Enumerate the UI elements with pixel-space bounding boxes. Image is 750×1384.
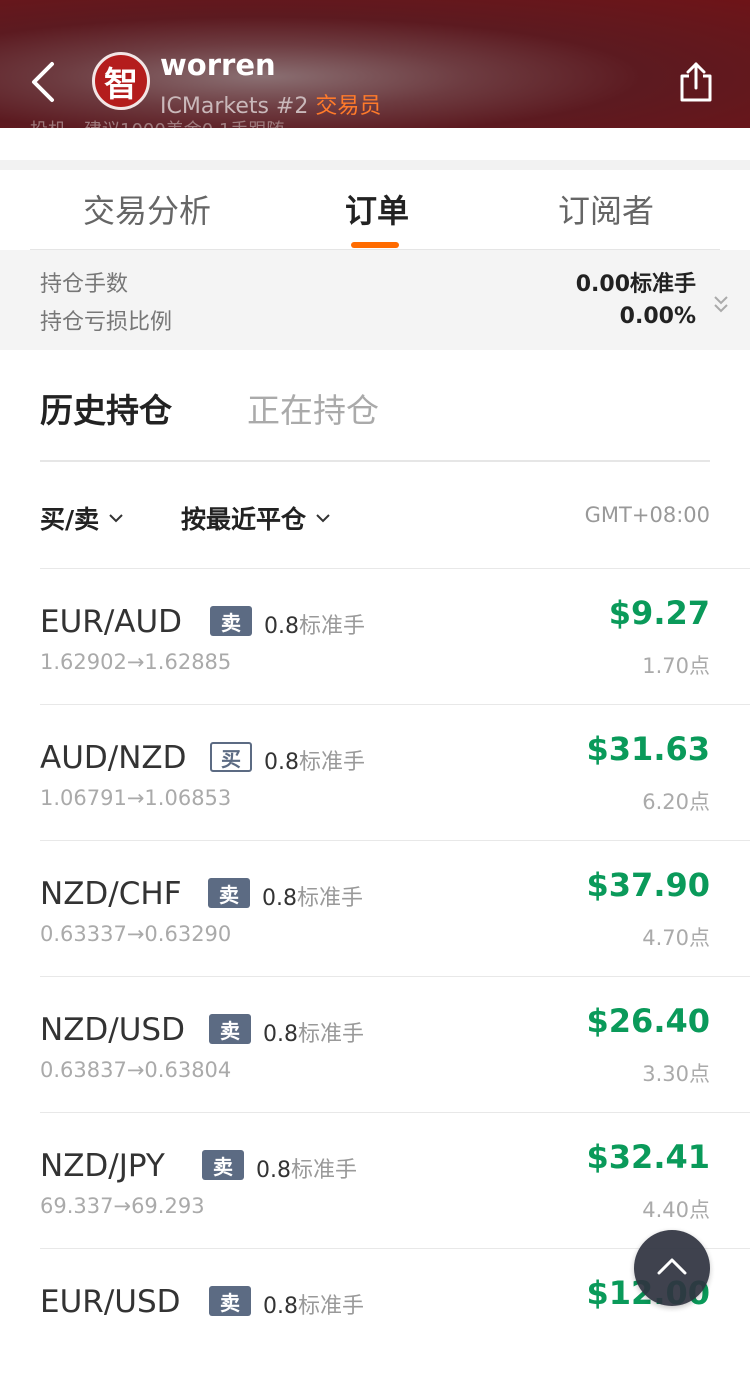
lot-unit: 标准手 (299, 614, 366, 639)
tab-subscribers[interactable]: 订阅者 (558, 186, 654, 232)
price-range: 69.337→69.293 (40, 1194, 205, 1218)
lot-value: 0.8 (263, 1022, 298, 1047)
lot-size: 0.8标准手 (264, 608, 365, 640)
lot-value: 0.8 (263, 1294, 298, 1319)
lot-unit: 标准手 (291, 1158, 358, 1183)
row-divider (40, 568, 750, 569)
currency-pair: NZD/CHF (40, 876, 182, 912)
lot-size: 0.8标准手 (264, 744, 365, 776)
avatar[interactable]: 智 (92, 52, 150, 110)
tab-bar: 交易分析 订单 订阅者 (0, 170, 750, 250)
lot-unit: 标准手 (298, 1294, 365, 1319)
pl-label: 持仓亏损比例 (40, 310, 173, 335)
active-tab-indicator (351, 242, 399, 248)
profit-amount: $37.90 (586, 866, 710, 904)
lot-size: 0.8标准手 (262, 880, 363, 912)
sort-filter-label: 按最近平仓 (181, 505, 307, 534)
sort-filter[interactable]: 按最近平仓 (181, 500, 330, 536)
segment-divider (40, 460, 710, 462)
profit-amount: $26.40 (586, 1002, 710, 1040)
back-chevron-icon[interactable] (26, 56, 60, 108)
trader-name: worren (160, 48, 276, 82)
double-chevron-down-icon[interactable] (712, 293, 730, 317)
side-filter[interactable]: 买/卖 (40, 500, 123, 536)
lot-unit: 标准手 (298, 1022, 365, 1047)
price-range: 0.63837→0.63804 (40, 1058, 232, 1082)
side-badge: 卖 (208, 878, 250, 908)
order-row[interactable]: NZD/JPY 卖 0.8标准手 69.337→69.293 $32.41 4.… (40, 1112, 750, 1248)
section-divider (0, 160, 750, 170)
lot-value: 0.8 (262, 886, 297, 911)
order-row[interactable]: AUD/NZD 买 0.8标准手 1.06791→1.06853 $31.63 … (40, 704, 750, 840)
currency-pair: NZD/JPY (40, 1148, 165, 1184)
segment-open[interactable]: 正在持仓 (247, 384, 379, 432)
side-badge: 卖 (209, 1286, 251, 1316)
side-filter-label: 买/卖 (40, 505, 100, 534)
points-value: 6.20点 (642, 790, 710, 814)
row-divider (40, 704, 750, 705)
chevron-down-icon (109, 513, 123, 522)
order-row[interactable]: NZD/USD 卖 0.8标准手 0.63837→0.63804 $26.40 … (40, 976, 750, 1112)
side-badge: 卖 (202, 1150, 244, 1180)
currency-pair: EUR/USD (40, 1284, 181, 1320)
lot-unit: 标准手 (299, 750, 366, 775)
profit-amount: $31.63 (586, 730, 710, 768)
tab-orders[interactable]: 订单 (345, 186, 409, 232)
trader-subtitle: ICMarkets #2 交易员 (160, 88, 381, 120)
pl-value: 0.00% (619, 304, 696, 329)
lots-label: 持仓手数 (40, 272, 129, 297)
position-summary[interactable]: 持仓手数 0.00标准手 持仓亏损比例 0.00% (0, 250, 750, 350)
points-value: 1.70点 (642, 654, 710, 678)
row-divider (40, 976, 750, 977)
profile-header: 投机。建议1000美金0.1手跟随。 智 worren ICMarkets #2… (0, 0, 750, 128)
lot-unit: 标准手 (297, 886, 364, 911)
row-divider (40, 1112, 750, 1113)
row-divider (40, 840, 750, 841)
currency-pair: AUD/NZD (40, 740, 187, 776)
points-value: 4.70点 (642, 926, 710, 950)
lot-size: 0.8标准手 (256, 1152, 357, 1184)
profit-amount: $9.27 (608, 594, 710, 632)
order-row[interactable]: NZD/CHF 卖 0.8标准手 0.63337→0.63290 $37.90 … (40, 840, 750, 976)
segment-history[interactable]: 历史持仓 (40, 384, 172, 432)
lot-value: 0.8 (264, 750, 299, 775)
price-range: 0.63337→0.63290 (40, 922, 232, 946)
currency-pair: NZD/USD (40, 1012, 185, 1048)
broker-label: ICMarkets #2 (160, 94, 316, 119)
role-label: 交易员 (315, 94, 382, 119)
points-value: 3.30点 (642, 1062, 710, 1086)
chevron-up-icon (657, 1258, 687, 1275)
price-range: 1.62902→1.62885 (40, 650, 232, 674)
side-badge: 卖 (210, 606, 252, 636)
currency-pair: EUR/AUD (40, 604, 183, 640)
points-value: 4.40点 (642, 1198, 710, 1222)
side-badge: 卖 (209, 1014, 251, 1044)
lot-value: 0.8 (256, 1158, 291, 1183)
lot-value: 0.8 (264, 614, 299, 639)
profit-amount: $32.41 (586, 1138, 710, 1176)
price-range: 1.06791→1.06853 (40, 786, 232, 810)
share-icon[interactable] (676, 60, 716, 104)
lot-size: 0.8标准手 (263, 1288, 364, 1320)
tab-trading-analysis[interactable]: 交易分析 (83, 186, 211, 232)
lots-value: 0.00标准手 (575, 272, 696, 297)
side-badge: 买 (210, 742, 252, 772)
chevron-down-icon (316, 513, 330, 522)
timezone-label: GMT+08:00 (584, 503, 710, 527)
spacer (0, 128, 750, 170)
scroll-top-button[interactable] (634, 1230, 710, 1306)
order-row[interactable]: EUR/AUD 卖 0.8标准手 1.62902→1.62885 $9.27 1… (40, 568, 750, 704)
lot-size: 0.8标准手 (263, 1016, 364, 1048)
